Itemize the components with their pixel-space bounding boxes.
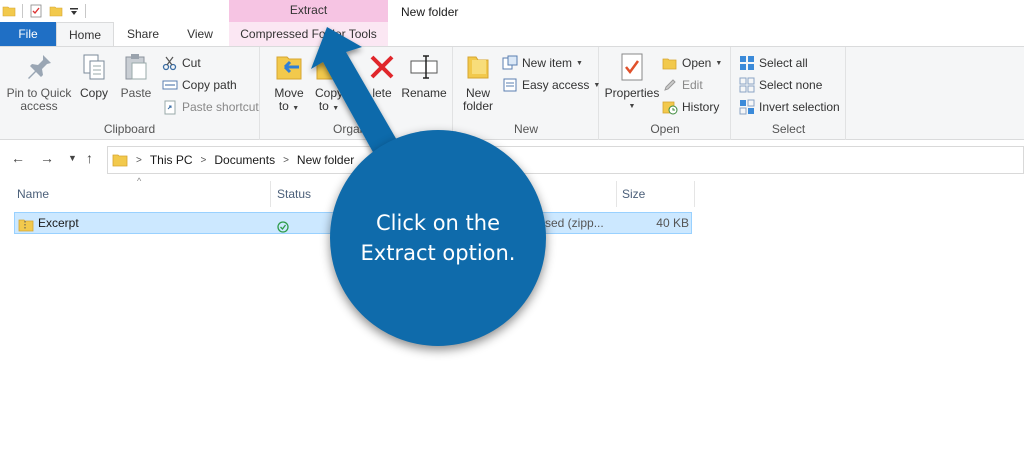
callout-line-2: Extract option. <box>360 241 516 265</box>
callout-text: Click on the Extract option. <box>361 208 516 268</box>
callout-line-1: Click on the <box>375 211 500 235</box>
tutorial-callout: Click on the Extract option. <box>330 130 546 346</box>
